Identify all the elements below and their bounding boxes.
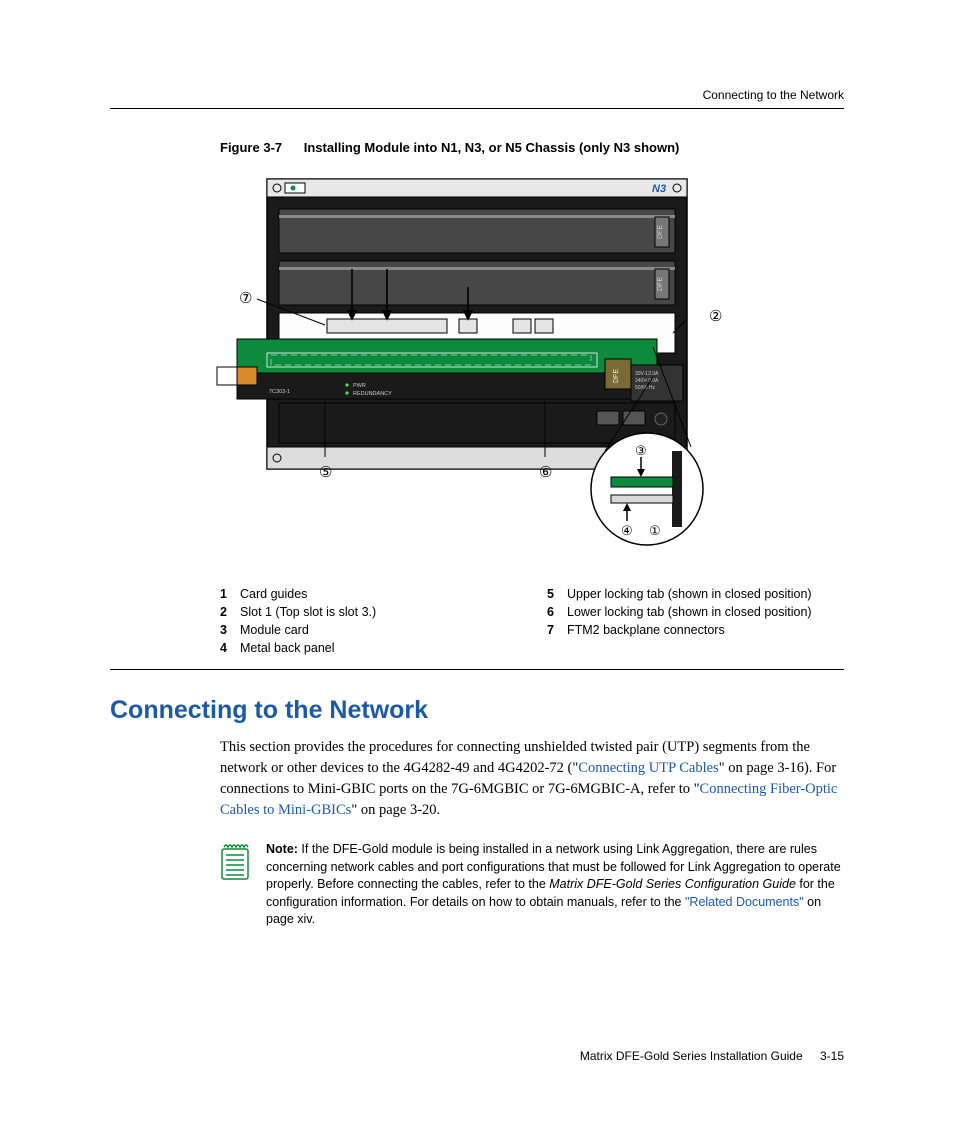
svg-text:7C303-1: 7C303-1 — [269, 389, 290, 395]
legend-num: 5 — [547, 587, 567, 601]
figure-wrap: N3 DFE DFE — [110, 169, 844, 569]
legend-num: 1 — [220, 587, 240, 601]
legend-text: Metal back panel — [240, 641, 335, 655]
header-rule — [110, 108, 844, 109]
legend-text: FTM2 backplane connectors — [567, 623, 725, 637]
legend-text: Card guides — [240, 587, 307, 601]
svg-text:50/60 Hz: 50/60 Hz — [635, 385, 656, 391]
svg-text:③: ③ — [635, 443, 647, 458]
legend-num: 7 — [547, 623, 567, 637]
legend-num: 2 — [220, 605, 240, 619]
legend-col-right: 5Upper locking tab (shown in closed posi… — [547, 587, 844, 659]
svg-text:⑦: ⑦ — [239, 290, 252, 307]
xref-link[interactable]: "Related Documents" — [685, 895, 804, 909]
note-label: Note: — [266, 842, 301, 856]
running-head: Connecting to the Network — [703, 88, 844, 102]
para-text: " on page 3-20. — [351, 802, 440, 818]
note-icon — [220, 841, 252, 929]
legend-text: Slot 1 (Top slot is slot 3.) — [240, 605, 376, 619]
legend-text: Upper locking tab (shown in closed posit… — [567, 587, 812, 601]
chassis-diagram: N3 DFE DFE — [197, 169, 757, 569]
page-footer: Matrix DFE-Gold Series Installation Guid… — [580, 1049, 844, 1063]
svg-text:DFE: DFE — [657, 225, 664, 239]
svg-text:⑥: ⑥ — [539, 464, 552, 481]
svg-text:⑤: ⑤ — [319, 464, 332, 481]
legend-num: 6 — [547, 605, 567, 619]
figure-legend: 1Card guides 2Slot 1 (Top slot is slot 3… — [220, 587, 844, 659]
body-paragraph: This section provides the procedures for… — [220, 737, 844, 821]
svg-text:②: ② — [709, 308, 722, 325]
figure-title: Installing Module into N1, N3, or N5 Cha… — [304, 140, 680, 155]
svg-text:①: ① — [649, 523, 661, 538]
section-heading: Connecting to the Network — [110, 696, 844, 725]
legend-num: 3 — [220, 623, 240, 637]
svg-text:240V-9.0A: 240V-9.0A — [635, 378, 659, 384]
footer-doc-title: Matrix DFE-Gold Series Installation Guid… — [580, 1049, 803, 1063]
content-area: Figure 3-7 Installing Module into N1, N3… — [110, 140, 844, 929]
footer-page-number: 3-15 — [820, 1049, 844, 1063]
svg-text:DFE: DFE — [657, 277, 664, 291]
legend-col-left: 1Card guides 2Slot 1 (Top slot is slot 3… — [220, 587, 517, 659]
figure-caption: Figure 3-7 Installing Module into N1, N3… — [220, 140, 844, 155]
svg-text:REDUNDANCY: REDUNDANCY — [353, 391, 392, 397]
legend-text: Module card — [240, 623, 309, 637]
svg-text:N3: N3 — [652, 183, 666, 195]
svg-text:④: ④ — [621, 523, 633, 538]
note-block: Note: If the DFE-Gold module is being in… — [220, 841, 844, 929]
legend-num: 4 — [220, 641, 240, 655]
page: Connecting to the Network Figure 3-7 Ins… — [0, 0, 954, 1123]
svg-text:PWR: PWR — [353, 383, 366, 389]
svg-text:30V-12.0A: 30V-12.0A — [635, 371, 659, 377]
svg-text:DFE: DFE — [613, 369, 620, 383]
section-rule — [110, 669, 844, 670]
legend-text: Lower locking tab (shown in closed posit… — [567, 605, 812, 619]
note-doc-title: Matrix DFE-Gold Series Configuration Gui… — [549, 877, 796, 891]
figure-label: Figure 3-7 — [220, 140, 282, 155]
xref-link[interactable]: Connecting UTP Cables — [578, 760, 718, 776]
note-text: Note: If the DFE-Gold module is being in… — [266, 841, 844, 929]
